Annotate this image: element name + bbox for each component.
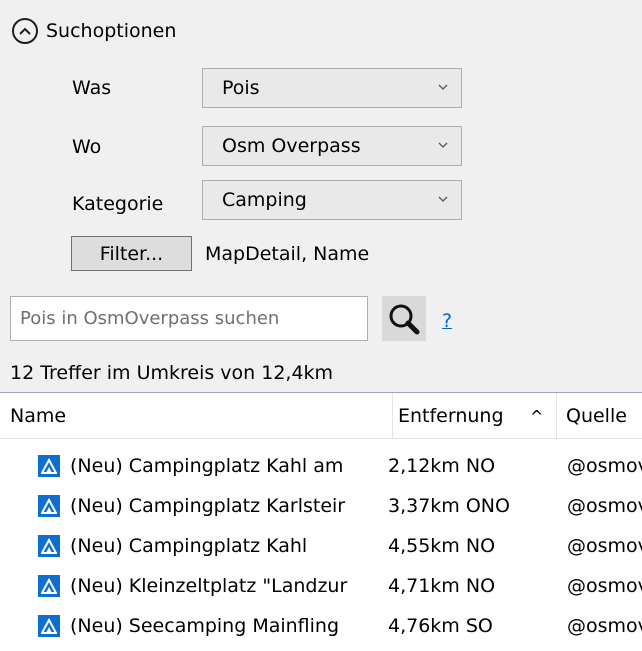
tent-icon: [38, 535, 60, 557]
row-name: (Neu) Seecamping Mainfling: [70, 615, 340, 637]
filter-button[interactable]: Filter...: [71, 236, 192, 271]
column-header-name[interactable]: Name: [10, 393, 66, 439]
row-source: @osmov: [567, 455, 642, 477]
row-name: (Neu) Campingplatz Kahl am: [70, 455, 344, 477]
column-divider[interactable]: [392, 393, 393, 439]
chevron-up-icon: [19, 27, 31, 35]
row-distance: 2,12km NO: [388, 455, 496, 477]
chevron-down-icon: [438, 196, 448, 202]
wo-dropdown[interactable]: Osm Overpass: [202, 126, 462, 166]
tent-icon: [38, 615, 60, 637]
chevron-down-icon: [438, 84, 448, 90]
help-link[interactable]: ?: [442, 310, 452, 332]
was-label: Was: [72, 77, 112, 99]
row-distance: 4,55km NO: [388, 535, 496, 557]
was-dropdown[interactable]: Pois: [202, 68, 462, 108]
column-header-distance[interactable]: Entfernung: [398, 393, 504, 439]
row-source: @osmov: [567, 495, 642, 517]
column-divider[interactable]: [556, 393, 557, 439]
row-name: (Neu) Campingplatz Karlsteir: [70, 495, 346, 517]
wo-value: Osm Overpass: [222, 135, 361, 157]
kategorie-dropdown[interactable]: Camping: [202, 180, 462, 220]
search-options-panel: Suchoptionen Was Pois Wo Osm Overpass Ka…: [0, 0, 642, 392]
was-value: Pois: [222, 77, 260, 99]
kategorie-value: Camping: [222, 189, 307, 211]
tent-icon: [38, 575, 60, 597]
row-source: @osmov: [567, 575, 642, 597]
table-row[interactable]: (Neu) Kleinzeltplatz "Landzur 4,71km NO …: [0, 566, 642, 606]
tent-icon: [38, 495, 60, 517]
table-header: Name Entfernung ^ Quelle: [0, 392, 642, 439]
row-source: @osmov: [567, 615, 642, 637]
row-name: (Neu) Kleinzeltplatz "Landzur: [70, 575, 348, 597]
kategorie-label: Kategorie: [72, 193, 164, 215]
search-options-header: Suchoptionen: [12, 16, 176, 46]
row-name: (Neu) Campingplatz Kahl: [70, 535, 308, 557]
tent-icon: [38, 455, 60, 477]
table-row[interactable]: (Neu) Seecamping Mainfling 4,76km SO @os…: [0, 606, 642, 646]
collapse-toggle-button[interactable]: [12, 18, 38, 44]
sort-ascending-icon: ^: [530, 407, 544, 426]
table-row[interactable]: (Neu) Campingplatz Kahl 4,55km NO @osmov: [0, 526, 642, 566]
filter-summary: MapDetail, Name: [205, 243, 370, 265]
chevron-down-icon: [438, 142, 448, 148]
search-input[interactable]: [10, 296, 368, 341]
row-distance: 4,76km SO: [388, 615, 493, 637]
column-header-source[interactable]: Quelle: [566, 393, 627, 439]
search-options-title: Suchoptionen: [46, 20, 177, 42]
table-row[interactable]: (Neu) Campingplatz Kahl am 2,12km NO @os…: [0, 446, 642, 486]
row-source: @osmov: [567, 535, 642, 557]
search-button[interactable]: [382, 296, 426, 341]
wo-label: Wo: [72, 136, 102, 158]
magnifier-icon: [389, 304, 420, 334]
result-count: 12 Treffer im Umkreis von 12,4km: [10, 362, 334, 384]
results-table: Name Entfernung ^ Quelle (Neu) Campingpl…: [0, 392, 642, 651]
row-distance: 3,37km ONO: [388, 495, 510, 517]
table-row[interactable]: (Neu) Campingplatz Karlsteir 3,37km ONO …: [0, 486, 642, 526]
row-distance: 4,71km NO: [388, 575, 496, 597]
